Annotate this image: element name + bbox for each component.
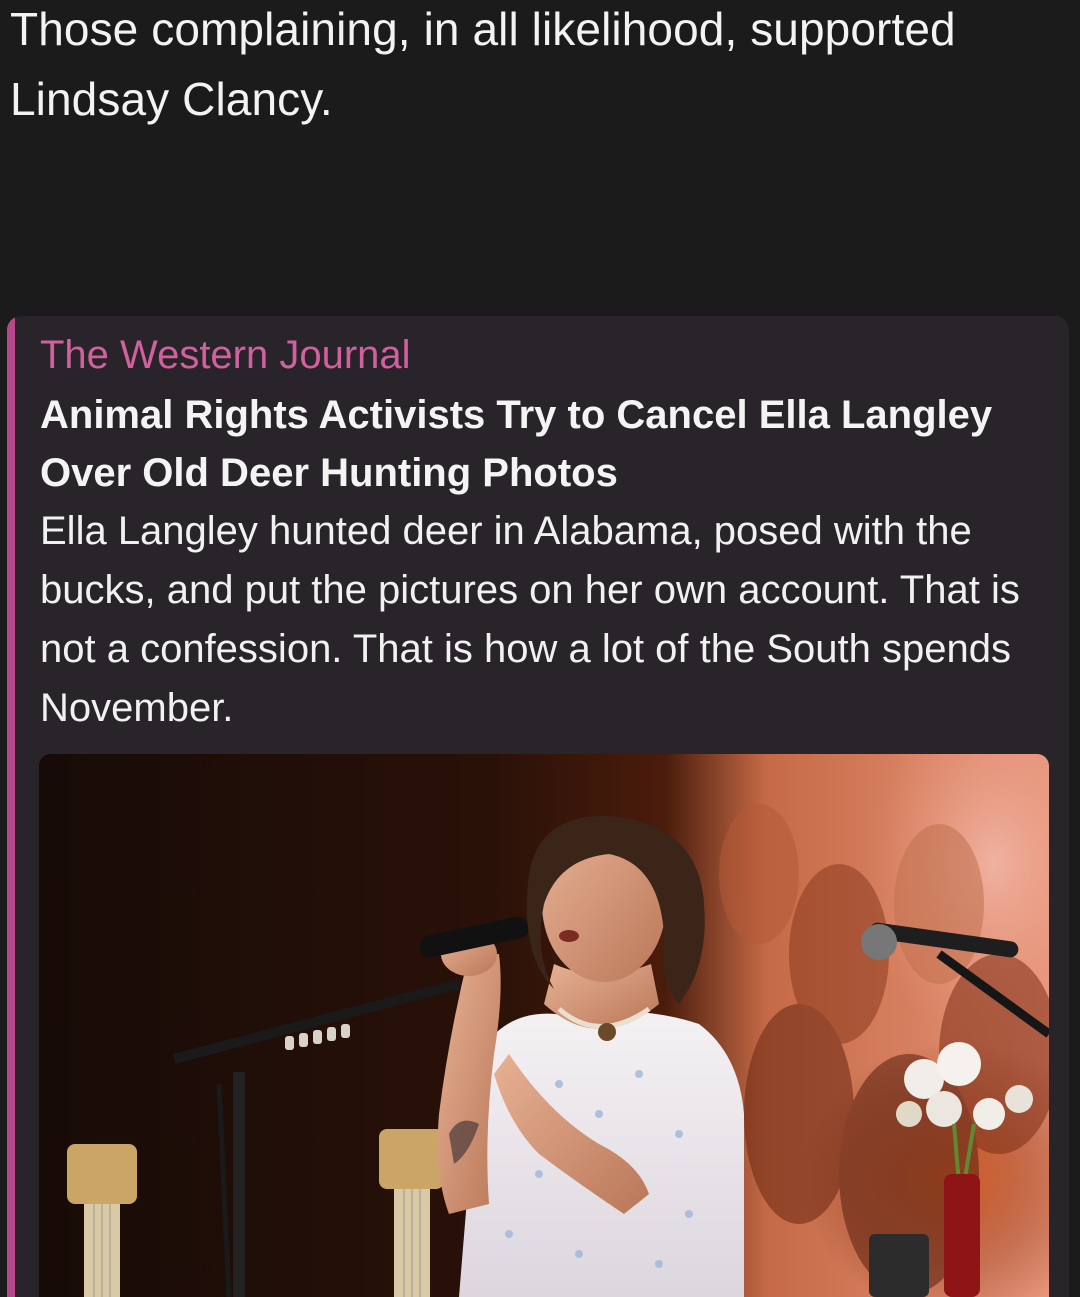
- link-preview-accent-bar: [7, 316, 15, 1297]
- link-preview-site-name[interactable]: The Western Journal: [40, 330, 411, 380]
- message-text: Those complaining, in all likelihood, su…: [10, 3, 956, 125]
- link-preview-card[interactable]: The Western Journal Animal Rights Activi…: [7, 316, 1069, 1297]
- concert-photo-icon: [39, 754, 1049, 1297]
- link-preview-image[interactable]: [39, 754, 1049, 1297]
- link-preview-title[interactable]: Animal Rights Activists Try to Cancel El…: [40, 386, 1050, 502]
- link-preview-description: Ella Langley hunted deer in Alabama, pos…: [40, 509, 1020, 730]
- message-view: Those complaining, in all likelihood, su…: [0, 0, 1080, 1297]
